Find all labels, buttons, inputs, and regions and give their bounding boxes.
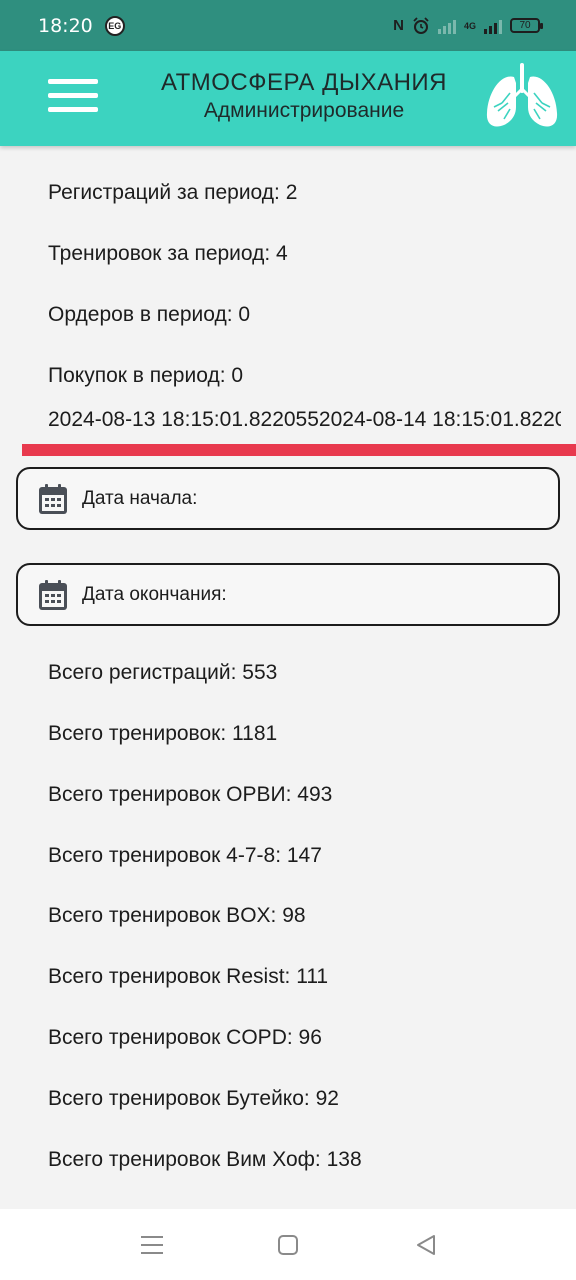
app-title: АТМОСФЕРА ДЫХАНИЯ <box>160 69 448 96</box>
status-time: 18:20 <box>38 14 93 37</box>
recent-apps-icon[interactable] <box>138 1231 166 1259</box>
period-trainings: Тренировок за период: 4 <box>48 242 288 265</box>
hamburger-menu-icon[interactable] <box>48 79 100 115</box>
signal-icon-sim1 <box>437 18 456 34</box>
lungs-icon <box>486 63 558 127</box>
status-icons: N 4G 70 <box>393 16 543 35</box>
network-type: 4G <box>463 20 476 31</box>
signal-icon-sim2 <box>484 18 502 34</box>
battery-icon: 70 <box>510 18 543 33</box>
total-trainings-resist: Всего тренировок Resist: 111 <box>48 965 329 988</box>
start-date-field[interactable]: Дата начала: <box>16 467 560 530</box>
total-trainings-box: Всего тренировок BOX: 98 <box>48 904 306 927</box>
period-purchases: Покупок в период: 0 <box>48 364 244 387</box>
total-trainings: Всего тренировок: 1181 <box>48 722 278 745</box>
calendar-icon <box>39 483 67 514</box>
total-trainings-478: Всего тренировок 4-7-8: 147 <box>48 844 322 867</box>
period-registrations: Регистраций за период: 2 <box>48 181 298 204</box>
app-bar: АТМОСФЕРА ДЫХАНИЯ Администрирование <box>0 51 576 146</box>
period-orders: Ордеров в период: 0 <box>48 303 251 326</box>
start-date-label: Дата начала: <box>82 487 198 509</box>
status-bar: 18:20 EG N 4G 70 <box>0 0 576 51</box>
period-date-range: 2024-08-13 18:15:01.8220552024-08-14 18:… <box>48 408 561 431</box>
total-trainings-buteyko: Всего тренировок Бутейко: 92 <box>48 1087 339 1110</box>
back-icon[interactable] <box>412 1231 440 1259</box>
battery-level: 70 <box>519 20 531 31</box>
overflow-indicator <box>22 444 576 456</box>
admin-content: Регистраций за период: 2 Тренировок за п… <box>0 146 576 1209</box>
eg-badge-icon: EG <box>104 15 125 36</box>
system-nav-bar <box>0 1209 576 1280</box>
total-trainings-copd: Всего тренировок COPD: 96 <box>48 1026 322 1049</box>
home-icon[interactable] <box>274 1231 302 1259</box>
end-date-label: Дата окончания: <box>82 583 227 605</box>
total-registrations: Всего регистраций: 553 <box>48 661 278 684</box>
nfc-icon: N <box>393 17 404 34</box>
calendar-icon <box>39 579 67 610</box>
total-trainings-orvi: Всего тренировок ОРВИ: 493 <box>48 783 333 806</box>
end-date-field[interactable]: Дата окончания: <box>16 563 560 626</box>
alarm-icon <box>413 16 429 34</box>
app-subtitle: Администрирование <box>203 99 405 122</box>
total-trainings-wim-hof: Всего тренировок Вим Хоф: 138 <box>48 1148 362 1171</box>
